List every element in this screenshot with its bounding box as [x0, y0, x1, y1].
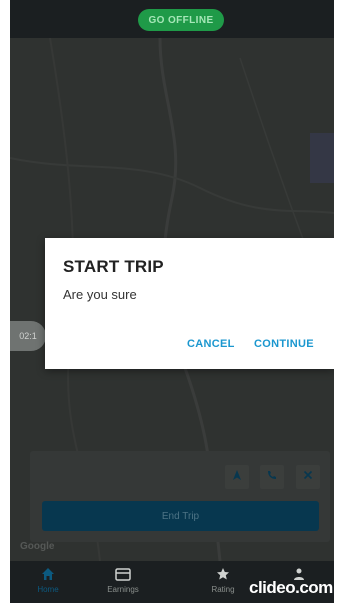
continue-button[interactable]: CONTINUE — [254, 338, 314, 350]
start-trip-dialog: START TRIP Are you sure CANCEL CONTINUE — [45, 238, 334, 369]
cancel-button[interactable]: CANCEL — [187, 338, 235, 350]
dialog-title: START TRIP — [63, 257, 164, 276]
nav-label-home: Home — [37, 585, 59, 594]
nav-item-home[interactable]: Home — [13, 565, 83, 601]
home-icon — [41, 565, 55, 583]
phone-screen: GO OFFLINE End Trip Google 02:1 Home Ear… — [10, 0, 334, 603]
go-offline-button[interactable]: GO OFFLINE — [138, 9, 224, 31]
nav-item-rating[interactable]: Rating — [188, 565, 258, 601]
nav-label-rating: Rating — [211, 585, 235, 594]
wallet-icon — [115, 565, 131, 583]
dialog-message: Are you sure — [63, 287, 137, 302]
star-icon — [216, 565, 230, 583]
nav-label-earnings: Earnings — [107, 585, 139, 594]
trip-timer-badge: 02:1 — [10, 321, 46, 351]
nav-item-earnings[interactable]: Earnings — [88, 565, 158, 601]
watermark-text: clideo.com — [249, 578, 333, 597]
